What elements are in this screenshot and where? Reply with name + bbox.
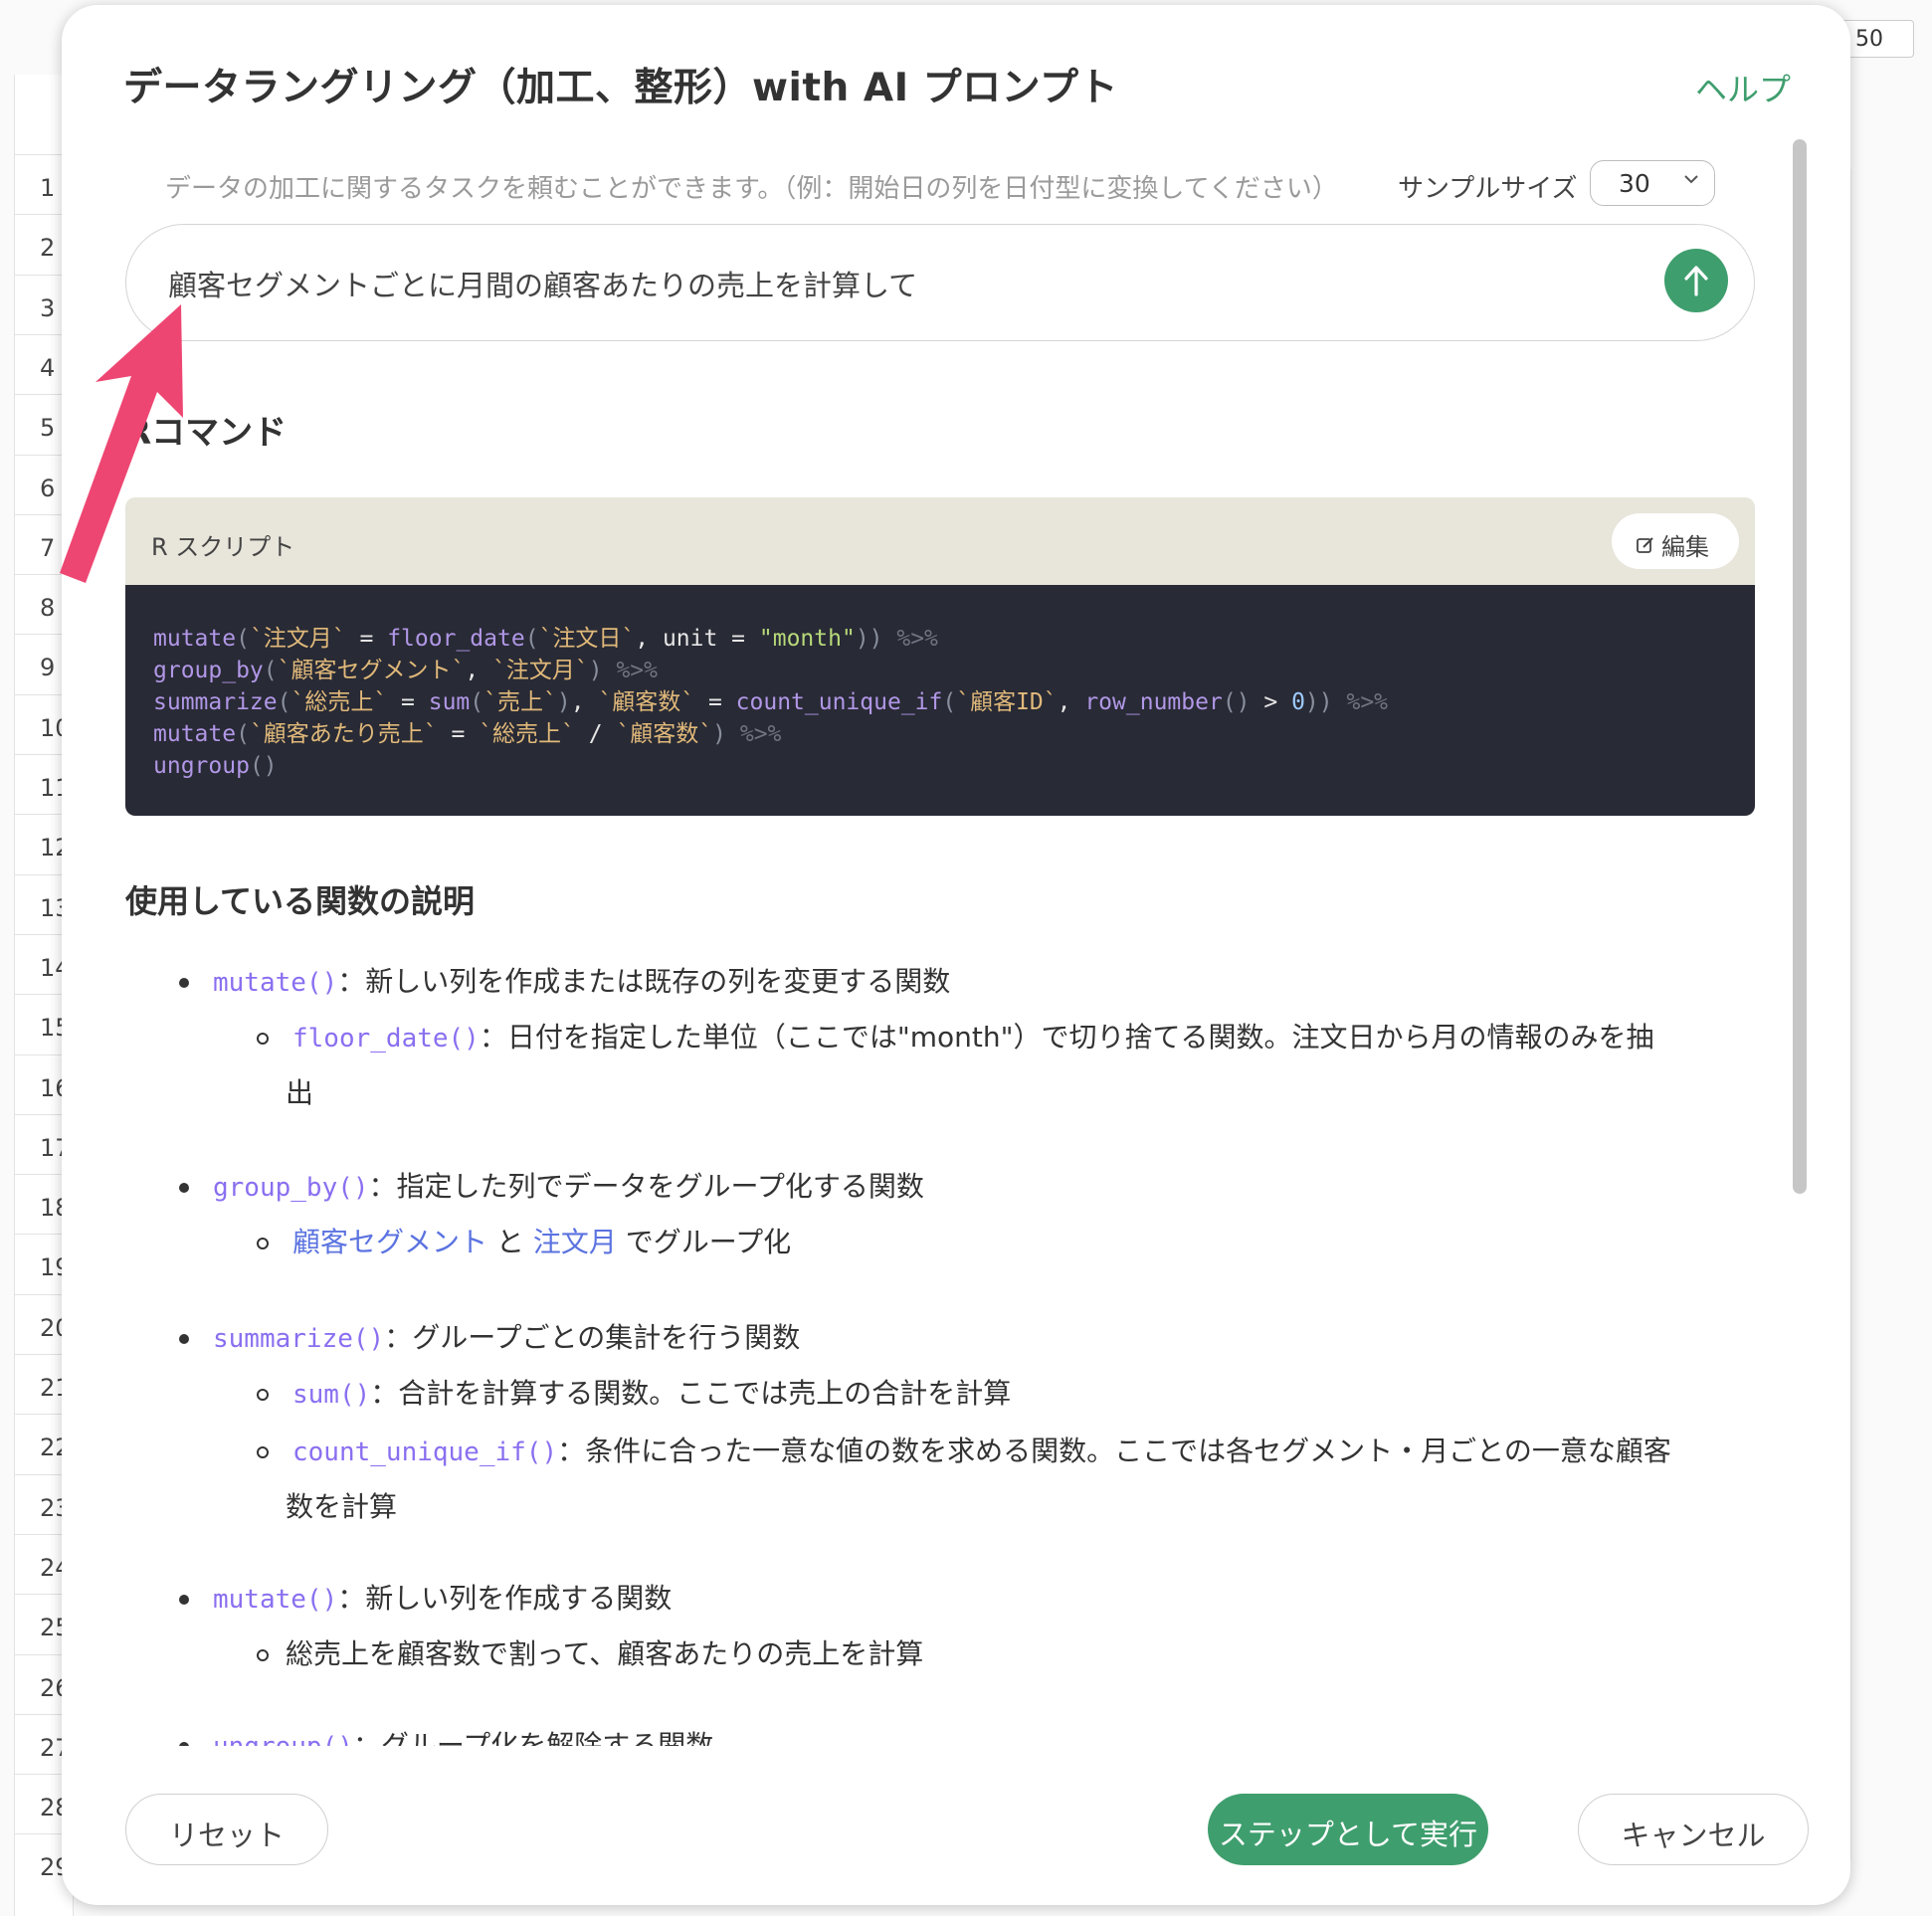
desc-text: と xyxy=(487,1226,533,1258)
send-button[interactable] xyxy=(1664,249,1728,312)
desc-item-count-unique-if-cont: 数を計算 xyxy=(286,1490,398,1523)
desc-text: ：グループごとの集計を行う関数 xyxy=(384,1321,801,1354)
dialog-title: データラングリング（加工、整形）with AI プロンプト xyxy=(123,66,1118,110)
sample-size-select[interactable]: 30 xyxy=(1590,160,1715,206)
bullet-dot xyxy=(179,978,189,988)
desc-item-summarize: summarize()：グループごとの集計を行う関数 xyxy=(213,1310,800,1367)
help-link[interactable]: ヘルプ xyxy=(1695,65,1791,110)
column-ref-month: 注文月 xyxy=(532,1226,617,1258)
grid-area xyxy=(1850,169,1932,1860)
prompt-input[interactable]: 顧客セグメントごとに月間の顧客あたりの売上を計算して xyxy=(125,224,1755,341)
code-line-4: mutate(`顧客あたり売上` = `総売上` / `顧客数`) %>% xyxy=(153,721,782,747)
chevron-down-icon xyxy=(1682,169,1700,194)
prompt-input-text[interactable]: 顧客セグメントごとに月間の顧客あたりの売上を計算して xyxy=(168,263,917,304)
reset-button[interactable]: リセット xyxy=(125,1794,328,1865)
desc-item-mutate-2: mutate()：新しい列を作成する関数 xyxy=(213,1571,672,1628)
ai-prompt-dialog: データラングリング（加工、整形）with AI プロンプト ヘルプ データの加工… xyxy=(62,5,1850,1905)
function-description-heading: 使用している関数の説明 xyxy=(125,882,476,920)
bullet-dot xyxy=(179,1742,189,1746)
column-ref-segment: 顧客セグメント xyxy=(292,1226,488,1258)
desc-text: でグループ化 xyxy=(616,1226,792,1258)
arrow-up-icon xyxy=(1684,266,1708,296)
code-ref: count_unique_if() xyxy=(292,1437,558,1467)
code-ref: floor_date() xyxy=(292,1024,480,1054)
bullet-circle xyxy=(257,1649,269,1661)
rscript-header: R スクリプト 編集 xyxy=(125,497,1755,585)
desc-item-group-by: group_by()：指定した列でデータをグループ化する関数 xyxy=(213,1159,924,1216)
r-code-block: mutate(`注文月` = floor_date(`注文日`, unit = … xyxy=(125,585,1755,816)
desc-item-floor-date: floor_date()：日付を指定した単位（ここでは"month"）で切り捨て… xyxy=(292,1010,1735,1066)
desc-item-group-columns: 顧客セグメント と 注文月 でグループ化 xyxy=(292,1215,791,1270)
desc-text: ：条件に合った一意な値の数を求める関数。ここでは各セグメント・月ごとの一意な顧客 xyxy=(557,1435,1671,1467)
bullet-dot xyxy=(179,1183,189,1193)
sample-size-value: 30 xyxy=(1619,169,1650,198)
desc-text: ：新しい列を作成する関数 xyxy=(337,1582,673,1615)
edit-button[interactable]: 編集 xyxy=(1612,513,1739,569)
desc-text: ：グループ化を解除する関数 xyxy=(352,1729,714,1746)
desc-item-count-unique-if: count_unique_if()：条件に合った一意な値の数を求める関数。ここで… xyxy=(292,1424,1765,1480)
bullet-circle xyxy=(257,1033,269,1045)
cancel-button[interactable]: キャンセル xyxy=(1578,1794,1809,1865)
code-line-1: mutate(`注文月` = floor_date(`注文日`, unit = … xyxy=(153,626,938,652)
desc-text: ：指定した列でデータをグループ化する関数 xyxy=(368,1170,924,1203)
bullet-dot xyxy=(179,1595,189,1605)
code-ref: summarize() xyxy=(213,1324,385,1354)
r-command-heading: Rコマンド xyxy=(125,413,288,453)
desc-item-division: 総売上を顧客数で割って、顧客あたりの売上を計算 xyxy=(286,1637,924,1670)
run-as-step-button[interactable]: ステップとして実行 xyxy=(1208,1794,1488,1865)
pencil-square-icon xyxy=(1636,533,1657,561)
bullet-circle xyxy=(257,1389,269,1401)
edit-label: 編集 xyxy=(1661,533,1709,561)
sample-size-label: サンプルサイズ xyxy=(1398,174,1578,204)
desc-item-floor-date-cont: 出 xyxy=(286,1076,314,1109)
bullet-circle xyxy=(257,1446,269,1458)
code-ref: sum() xyxy=(292,1380,371,1410)
page-size-value: 50 xyxy=(1855,27,1883,52)
code-ref: ungroup() xyxy=(213,1732,353,1746)
code-ref: mutate() xyxy=(213,968,338,998)
desc-text: ：新しい列を作成または既存の列を変更する関数 xyxy=(337,965,951,998)
code-ref: mutate() xyxy=(213,1585,338,1615)
dialog-body[interactable]: データの加工に関するタスクを頼むことができます。（例：開始日の列を日付型に変換し… xyxy=(62,134,1850,1746)
code-line-3: summarize(`総売上` = sum(`売上`), `顧客数` = cou… xyxy=(153,689,1389,715)
hint-text: データの加工に関するタスクを頼むことができます。（例：開始日の列を日付型に変換し… xyxy=(165,174,1338,204)
rscript-label: R スクリプト xyxy=(151,533,295,561)
bullet-circle xyxy=(257,1238,269,1249)
desc-text: ：日付を指定した単位（ここでは"month"）で切り捨てる関数。注文日から月の情… xyxy=(479,1021,1654,1054)
desc-text: ：合計を計算する関数。ここでは売上の合計を計算 xyxy=(370,1377,1012,1410)
code-line-2: group_by(`顧客セグメント`, `注文月`) %>% xyxy=(153,658,658,683)
bullet-dot xyxy=(179,1334,189,1344)
code-ref: group_by() xyxy=(213,1173,369,1203)
scrollbar[interactable] xyxy=(1793,139,1807,1194)
desc-item-sum: sum()：合計を計算する関数。ここでは売上の合計を計算 xyxy=(292,1366,1011,1423)
code-line-5: ungroup() xyxy=(153,753,278,779)
desc-item-ungroup: ungroup()：グループ化を解除する関数 xyxy=(213,1718,713,1746)
desc-item-mutate: mutate()：新しい列を作成または既存の列を変更する関数 xyxy=(213,954,950,1011)
